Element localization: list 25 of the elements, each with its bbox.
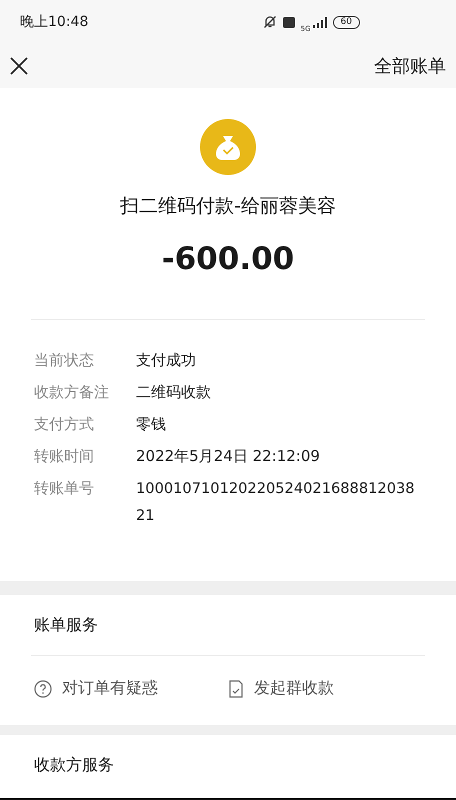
service-link[interactable]: 发起群收款 <box>254 678 334 699</box>
document-check-icon <box>228 680 244 698</box>
service-link[interactable]: 对订单有疑惑 <box>62 678 158 699</box>
payment-title: 扫二维码付款-给丽蓉美容 <box>120 194 336 219</box>
detail-label: 收款方备注 <box>34 382 110 403</box>
payment-amount: -600.00 <box>162 241 294 277</box>
detail-value: 零钱 <box>136 414 166 435</box>
detail-label: 当前状态 <box>34 350 95 371</box>
question-icon <box>34 680 52 698</box>
detail-value: 10001071012022052402168881203821 <box>136 479 416 526</box>
detail-label: 转账时间 <box>34 446 95 467</box>
money-bag-icon <box>200 119 256 175</box>
detail-label: 支付方式 <box>34 414 95 435</box>
all-bills-link[interactable]: 全部账单 <box>374 54 446 78</box>
battery-indicator: 60 <box>332 16 360 28</box>
muted-bell-icon <box>262 15 277 29</box>
status-time: 晚上10:48 <box>20 13 88 31</box>
section-title: 账单服务 <box>33 614 99 636</box>
signal-icon <box>312 16 327 28</box>
close-icon[interactable] <box>10 57 28 75</box>
detail-value: 支付成功 <box>136 350 196 371</box>
section-title: 收款方服务 <box>33 754 115 776</box>
detail-value: 2022年5月24日 22:12:09 <box>136 446 320 467</box>
detail-label: 转账单号 <box>34 478 95 499</box>
detail-value: 二维码收款 <box>136 382 211 403</box>
